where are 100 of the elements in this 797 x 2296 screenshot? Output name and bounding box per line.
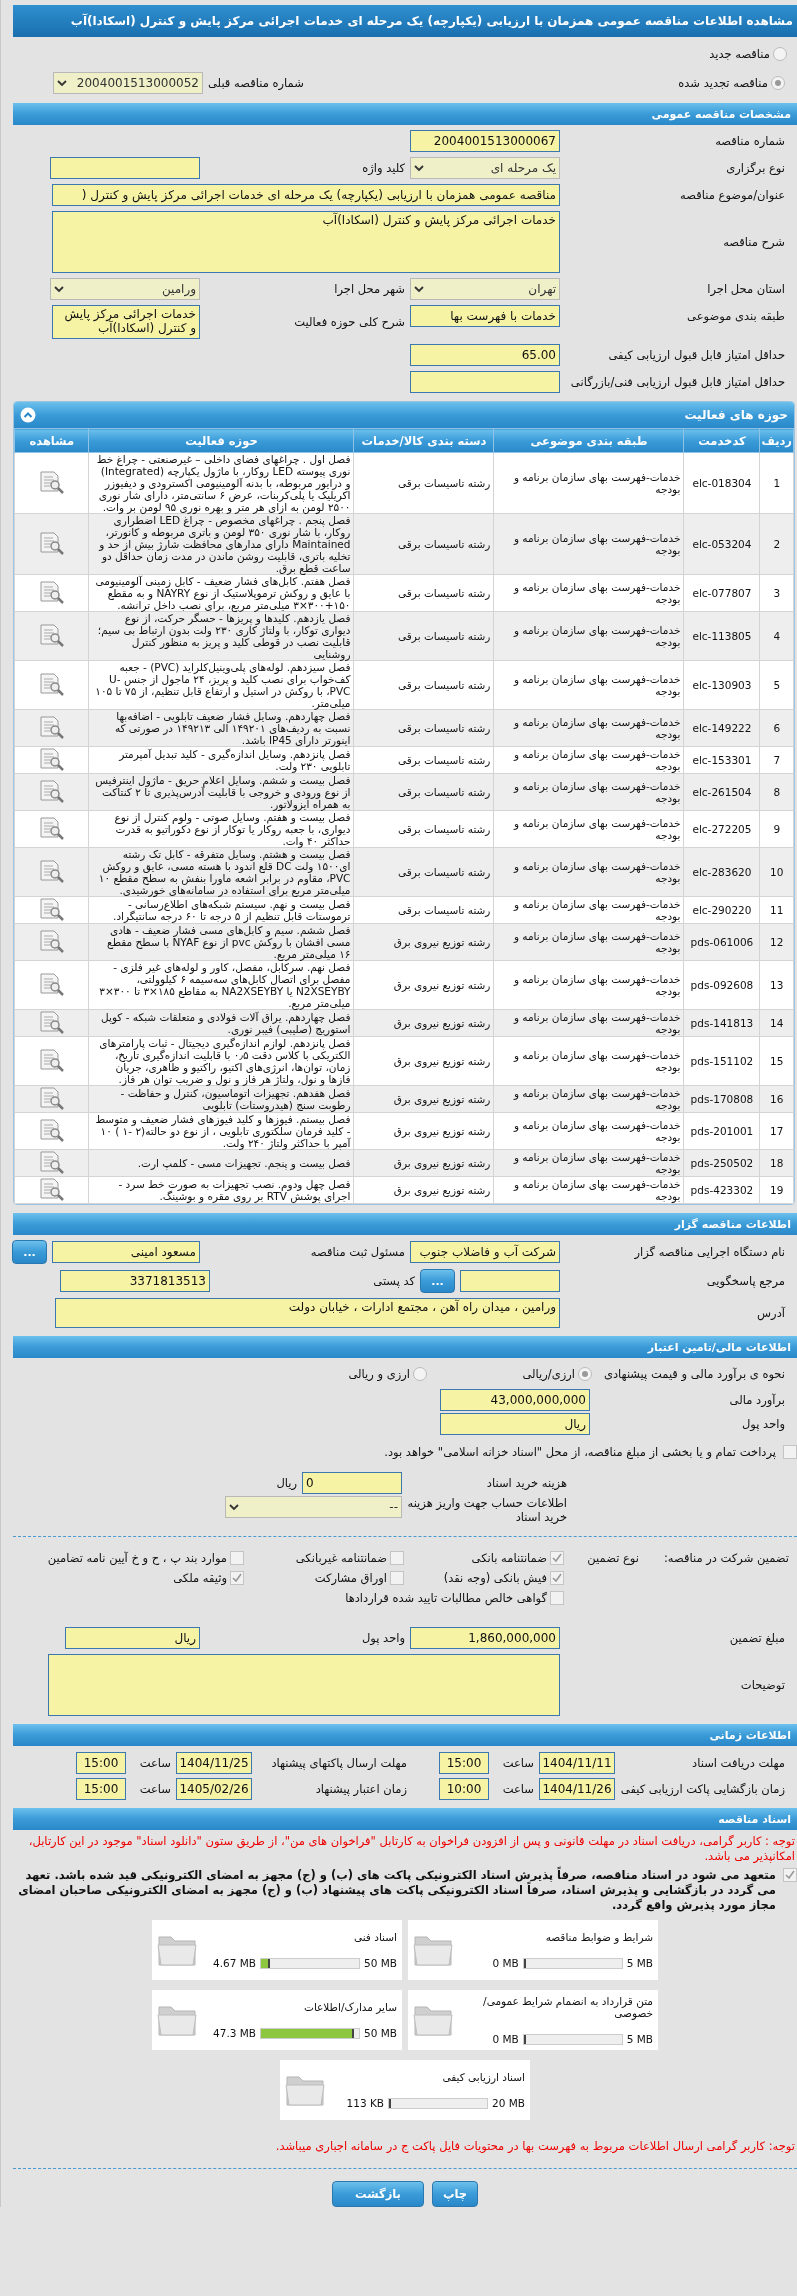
time-field[interactable]: 15:00 [76, 1778, 126, 1800]
table-cell: 16 [759, 1085, 794, 1113]
checkbox-option[interactable]: ضمانتنامه غیربانکی [244, 1551, 404, 1565]
checkbox-option[interactable]: ضمانتنامه بانکی [404, 1551, 564, 1565]
time-field[interactable]: 15:00 [76, 1752, 126, 1774]
text-field[interactable]: شرکت آب و فاضلاب جنوب [410, 1241, 560, 1263]
time-field[interactable]: 15:00 [439, 1752, 489, 1774]
date-field[interactable]: 1404/11/26 [539, 1778, 615, 1800]
text-area[interactable] [48, 1654, 560, 1716]
document-search-icon[interactable] [38, 580, 65, 604]
field-label: ساعت [501, 1782, 534, 1796]
checkbox[interactable] [230, 1571, 244, 1585]
document-search-icon[interactable] [38, 897, 65, 921]
table-cell: خدمات-فهرست بهای سازمان برنامه و بودجه [493, 960, 684, 1010]
table-cell: فصل نهم. سرکابل، مفصل، کاور و لوله‌های غیر فلزی - مفصل برای اتصال کابل‌های سه‌سیمه ۶ کیلوولتی، N2XSEYBY یا NA2XSEYBY به مقاطع ۱۸۵×۳ تا ۳۰۰×۳ میلی‌متر مربع. [88, 960, 354, 1010]
document-search-icon[interactable] [38, 1010, 65, 1034]
checkbox[interactable] [783, 1868, 797, 1882]
table-cell: فصل اول . چراغهای فضای داخلی – غیرصنعتی - چراغ خط نوری پیوسته LED روکار، با ماژول یکپارچه (Integrated) و درایور مربوطه، با بدنه آلومینیومی اکسترودی و دیفیوزر اکریلیک یا پلی‌کربنات، عرض ۶ سانتی‌متر، دارای شار نوری ۲۵۰۰ لومن به ازای هر متر و بهره نوری ۹۵ لومن بر وات. [88, 452, 354, 514]
document-search-icon[interactable] [38, 816, 65, 840]
text-field[interactable]: ریال [65, 1627, 200, 1649]
text-field[interactable]: 1,860,000,000 [410, 1627, 560, 1649]
table-cell: خدمات-فهرست بهای سازمان برنامه و بودجه [493, 896, 684, 924]
text-field[interactable] [50, 157, 200, 179]
checkbox-option[interactable]: فیش بانکی (وجه نقد) [404, 1571, 564, 1585]
text-field[interactable]: 3371813513 [60, 1270, 210, 1292]
document-search-icon[interactable] [38, 747, 65, 771]
checkbox-option[interactable]: وثیقه ملکی [24, 1571, 244, 1585]
text-area[interactable]: ورامین ، میدان راه آهن ، مجتمع ادارات ، خیابان دولت [55, 1298, 560, 1328]
text-field[interactable]: خدمات با فهرست بها [410, 305, 560, 327]
document-search-icon[interactable] [38, 672, 65, 696]
document-search-icon[interactable] [38, 1177, 65, 1201]
document-search-icon[interactable] [38, 779, 65, 803]
document-search-icon[interactable] [38, 929, 65, 953]
checkbox[interactable] [783, 1445, 797, 1459]
table-cell: 12 [759, 923, 794, 961]
table-cell: 3 [759, 574, 794, 612]
document-search-icon[interactable] [38, 1150, 65, 1174]
select-field[interactable]: -- [225, 1496, 402, 1518]
checkbox[interactable] [550, 1551, 564, 1565]
radio-option[interactable]: مناقصه جدید [709, 47, 787, 61]
document-search-icon[interactable] [38, 1086, 65, 1110]
table-cell: 17 [759, 1112, 794, 1150]
document-search-icon[interactable] [38, 715, 65, 739]
document-name: اسناد ارزیابی کیفی [441, 2071, 525, 2083]
text-area[interactable]: خدمات اجرائی مرکز پایش و کنترل (اسکادا)آب [52, 305, 200, 339]
table-cell: فصل پانزدهم. لوازم اندازه‌گیری دیجیتال - ثبات پارامترهای الکتریکی با کلاس دقت ۰٫۵ با قابلیت اندازه‌گیری تاریخ، زمان، توان‌ها، انرژی‌های اکتیو، راکتیو و ظاهری، جریان فازها و نول، ولتاژ هر فاز و نول و ضریب توان هر فاز. [88, 1036, 354, 1086]
document-search-icon[interactable] [38, 623, 65, 647]
table-cell: elc-153301 [683, 746, 760, 774]
text-field[interactable]: 2004001513000067 [410, 130, 560, 152]
text-field[interactable]: 43,000,000,000 [440, 1389, 590, 1411]
time-field[interactable]: 10:00 [439, 1778, 489, 1800]
text-field[interactable]: مسعود امینی [52, 1241, 200, 1263]
checkbox[interactable] [390, 1551, 404, 1565]
text-area[interactable]: خدمات اجرائی مرکز پایش و کنترل (اسکادا)آب [52, 211, 560, 273]
date-field[interactable]: 1404/11/11 [539, 1752, 615, 1774]
checkbox-option[interactable]: اوراق مشارکت [244, 1571, 404, 1585]
page-title: مشاهده اطلاعات مناقصه عمومی همزمان با ارزیابی (یکپارچه) یک مرحله ای خدمات اجرائی مرکز پایش و کنترل (اسکادا)آب [13, 5, 797, 37]
text-field[interactable]: مناقصه عمومی همزمان با ارزیابی (یکپارچه) یک مرحله ای خدمات اجرائی مرکز پایش و کنترل ( [52, 184, 560, 206]
table-cell: elc-261504 [683, 773, 760, 811]
select-field[interactable]: 2004001513000052 [53, 72, 203, 94]
document-search-icon[interactable] [38, 972, 65, 996]
document-search-icon[interactable] [38, 1048, 65, 1072]
field-label: شماره مناقصه [714, 134, 785, 148]
collapse-icon[interactable] [20, 407, 36, 423]
document-search-icon[interactable] [38, 859, 65, 883]
checkbox-option[interactable]: گواهی خالص مطالبات تایید شده قراردادها [24, 1591, 564, 1605]
radio-option[interactable]: مناقصه تجدید شده [678, 76, 785, 90]
select-field[interactable]: تهران [410, 278, 560, 300]
checkbox[interactable] [550, 1591, 564, 1605]
table-cell: فصل هفتم. کابل‌های فشار ضعیف - کابل زمینی آلومینیومی با عایق و روکش ترموپلاستیک از نوع NAYRY و به مقطع ۱۵۰+۳۰۰×۳ میلی‌متر مربع، برای نصب داخل ترانشه. [88, 574, 354, 612]
table-cell: 5 [759, 660, 794, 710]
document-search-icon[interactable] [38, 531, 65, 555]
table-cell: 10 [759, 847, 794, 897]
field-label: ساعت [138, 1782, 171, 1796]
checkbox[interactable] [230, 1551, 244, 1565]
radio-option[interactable]: ارزی/ریالی [432, 1367, 592, 1381]
checkbox[interactable] [550, 1571, 564, 1585]
text-field[interactable]: 65.00 [410, 344, 560, 366]
section-header: اسناد مناقصه [13, 1808, 797, 1830]
select-field[interactable]: ورامین [50, 278, 200, 300]
size-limit: 50 MB [364, 2027, 397, 2039]
table-cell: 19 [759, 1176, 794, 1204]
date-field[interactable]: 1404/11/25 [176, 1752, 252, 1774]
table-cell: pds-151102 [683, 1036, 760, 1086]
document-search-icon[interactable] [38, 1118, 65, 1142]
date-field[interactable]: 1405/02/26 [176, 1778, 252, 1800]
checkbox-option[interactable]: موارد بند پ ، ح و خ آیین نامه تضامین [24, 1551, 244, 1565]
radio-option[interactable]: ارزی و ریالی [267, 1367, 427, 1381]
checkbox[interactable] [390, 1571, 404, 1585]
text-field[interactable]: 0 [302, 1472, 402, 1494]
field-label: نوع برگزاری [725, 161, 785, 175]
table-cell: خدمات-فهرست بهای سازمان برنامه و بودجه [493, 1176, 684, 1204]
table-cell: خدمات-فهرست بهای سازمان برنامه و بودجه [493, 513, 684, 575]
document-name: متن قرارداد به انضمام شرایط عمومی/خصوصی [482, 1995, 653, 2019]
text-field[interactable] [410, 371, 560, 393]
field-label: برآورد مالی [728, 1393, 785, 1407]
text-field[interactable]: ریال [440, 1413, 590, 1435]
select-field[interactable]: یک مرحله ای [410, 157, 560, 179]
document-search-icon[interactable] [38, 470, 65, 494]
text-field[interactable] [460, 1270, 560, 1292]
